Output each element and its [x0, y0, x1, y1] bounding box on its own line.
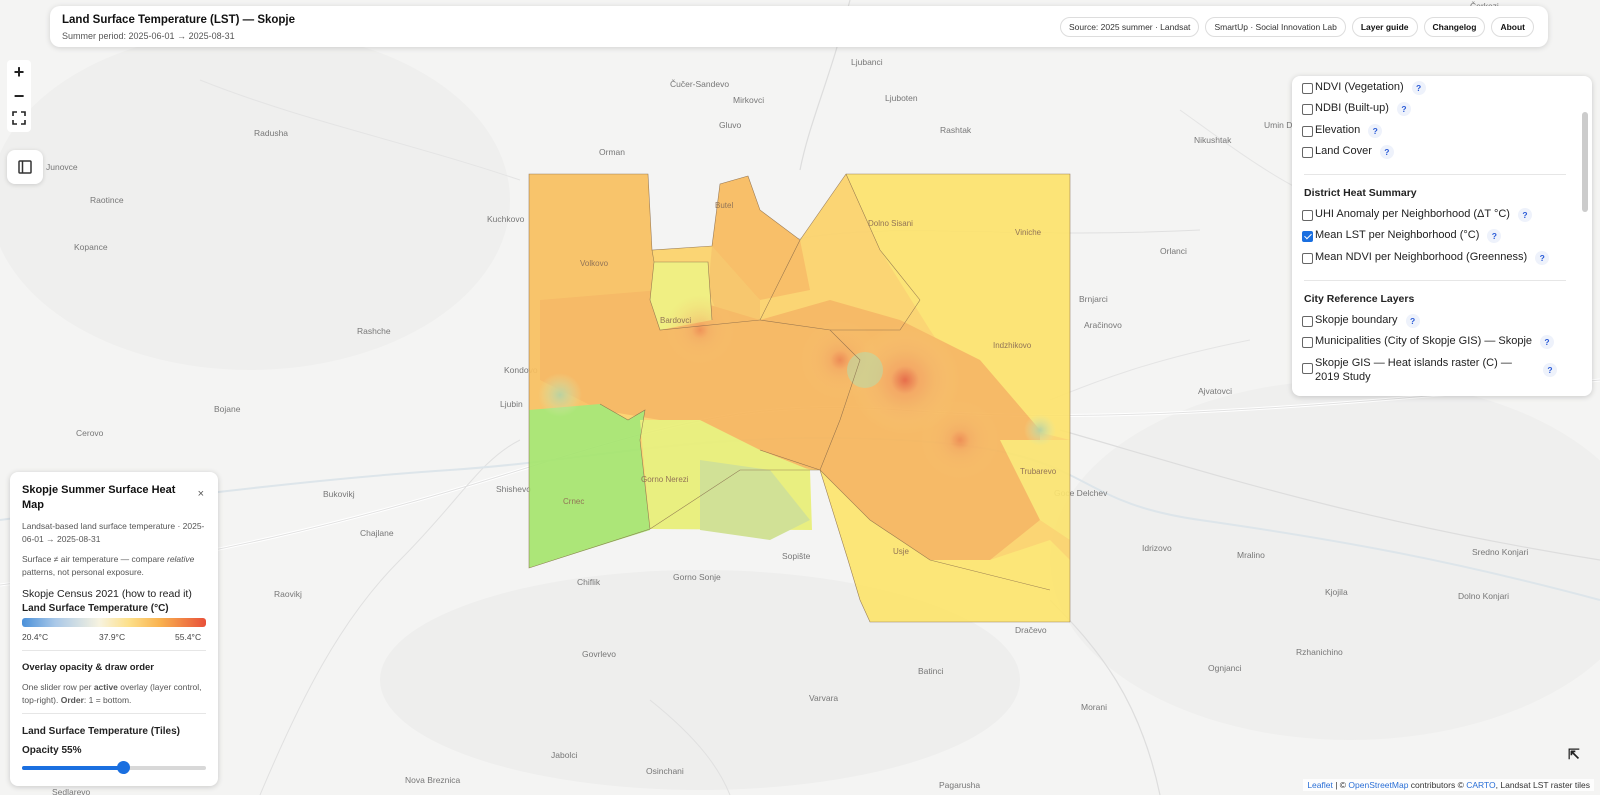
layer-item[interactable]: Land Cover?: [1302, 145, 1394, 159]
sidebar-icon: [18, 160, 32, 174]
place-label: Trubarevo: [1020, 467, 1057, 476]
layer-label: NDVI (Vegetation): [1315, 81, 1404, 93]
info-panel: Skopje Summer Surface Heat Map × Landsat…: [10, 472, 218, 786]
place-label: Viniche: [1015, 228, 1042, 237]
divider: [22, 650, 206, 651]
layer-label: NDBI (Built-up): [1315, 102, 1389, 114]
place-label: Volkovo: [580, 259, 609, 268]
opacity-slider-fill: [22, 766, 123, 770]
page-subtitle: Summer period: 2025-06-01 → 2025-08-31: [62, 31, 235, 41]
layer-label: Elevation: [1315, 124, 1361, 136]
help-icon[interactable]: ?: [1487, 229, 1502, 243]
layer-checkbox[interactable]: [1302, 231, 1313, 242]
place-label: Crnec: [563, 497, 584, 506]
opacity-layer-name: Land Surface Temperature (Tiles): [22, 726, 181, 737]
layer-item[interactable]: NDBI (Built-up)?: [1302, 102, 1411, 116]
help-icon[interactable]: ?: [1540, 335, 1555, 349]
close-icon[interactable]: ×: [198, 488, 204, 500]
layer-item[interactable]: UHI Anomaly per Neighborhood (ΔT °C)?: [1302, 208, 1532, 222]
opacity-heading: Overlay opacity & draw order: [22, 662, 154, 673]
changelog-button[interactable]: Changelog: [1423, 17, 1486, 37]
place-label: Dolno Sisani: [868, 219, 913, 228]
source-button[interactable]: Source: 2025 summer · Landsat: [1060, 17, 1200, 37]
help-icon[interactable]: ?: [1405, 314, 1420, 328]
legend-max: 55.4°C: [175, 632, 202, 642]
layer-checkbox[interactable]: [1302, 104, 1313, 115]
place-label: Indzhikovo: [993, 341, 1032, 350]
layer-guide-button[interactable]: Layer guide: [1351, 17, 1418, 37]
smartup-button[interactable]: SmartUp · Social Innovation Lab: [1205, 17, 1346, 37]
help-icon[interactable]: ?: [1411, 81, 1426, 95]
legend-mid: 37.9°C: [99, 632, 126, 642]
help-icon[interactable]: ?: [1379, 145, 1394, 159]
layer-item[interactable]: Mean LST per Neighborhood (°C)?: [1302, 229, 1502, 243]
top-header: Land Surface Temperature (LST) — Skopje …: [50, 6, 1548, 47]
district-heading: District Heat Summary: [1304, 187, 1417, 199]
layer-checkbox[interactable]: [1302, 83, 1313, 94]
panel-title: Skopje Summer Surface Heat Map: [22, 484, 176, 511]
panel-note: Surface ≠ air temperature — compare rela…: [22, 554, 195, 577]
legend-gradient: [22, 618, 206, 627]
zoom-out-button[interactable]: −: [7, 84, 31, 108]
about-button[interactable]: About: [1491, 17, 1534, 37]
attribution: Leaflet | © OpenStreetMap contributors ©…: [1303, 779, 1594, 791]
layer-label: Land Cover: [1315, 145, 1372, 157]
layer-checkbox[interactable]: [1302, 126, 1313, 137]
scrollbar[interactable]: [1582, 112, 1588, 212]
layer-checkbox[interactable]: [1302, 337, 1313, 348]
opacity-slider-handle[interactable]: [117, 761, 130, 774]
collapse-arrow-icon[interactable]: ⇱: [1568, 746, 1580, 763]
layer-checkbox[interactable]: [1302, 147, 1313, 158]
help-icon[interactable]: ?: [1535, 251, 1550, 265]
legend-title: Land Surface Temperature (°C): [22, 603, 169, 614]
page-title: Land Surface Temperature (LST) — Skopje: [62, 14, 296, 26]
layer-label: Mean LST per Neighborhood (°C): [1315, 229, 1480, 241]
layer-label: Skopje GIS — Heat islands raster (C) — 2…: [1315, 357, 1512, 383]
divider: [1304, 174, 1566, 175]
place-label: Butel: [715, 201, 733, 210]
layer-checkbox[interactable]: [1302, 210, 1313, 221]
layer-label: Skopje boundary: [1315, 314, 1398, 326]
panel-toggle-button[interactable]: [7, 150, 43, 184]
layer-item[interactable]: Municipalities (City of Skopje GIS) — Sk…: [1302, 335, 1555, 349]
opacity-label: Opacity 55%: [22, 745, 82, 756]
help-icon[interactable]: ?: [1368, 124, 1383, 138]
leaflet-link[interactable]: Leaflet: [1307, 780, 1333, 790]
layer-label: Mean NDVI per Neighborhood (Greenness): [1315, 251, 1528, 263]
place-label: Usje: [893, 547, 910, 556]
zoom-control: + −: [7, 60, 31, 132]
legend-min: 20.4°C: [22, 632, 49, 642]
divider: [1304, 280, 1566, 281]
layer-label: Municipalities (City of Skopje GIS) — Sk…: [1315, 335, 1533, 347]
layer-item[interactable]: Mean NDVI per Neighborhood (Greenness)?: [1302, 251, 1550, 265]
help-icon[interactable]: ?: [1543, 363, 1557, 377]
layer-item[interactable]: NDVI (Vegetation)?: [1302, 81, 1426, 95]
census-link[interactable]: Skopje Census 2021 (how to read it): [22, 588, 207, 601]
layer-item[interactable]: Skopje boundary?: [1302, 314, 1420, 328]
layer-checkbox[interactable]: [1302, 363, 1313, 374]
zoom-in-button[interactable]: +: [7, 60, 31, 84]
opacity-help: One slider row per active overlay (layer…: [22, 682, 202, 705]
fullscreen-icon: [12, 111, 26, 125]
layer-control: NDVI (Vegetation)? NDBI (Built-up)? Elev…: [1292, 76, 1592, 396]
place-label: Bardovci: [660, 316, 691, 325]
fullscreen-button[interactable]: [7, 108, 31, 132]
layer-label: UHI Anomaly per Neighborhood (ΔT °C): [1315, 208, 1510, 220]
panel-description: Landsat-based land surface temperature ·…: [22, 521, 205, 544]
layer-item[interactable]: Elevation?: [1302, 124, 1383, 138]
carto-link[interactable]: CARTO: [1466, 780, 1495, 790]
help-icon[interactable]: ?: [1396, 102, 1411, 116]
city-heading: City Reference Layers: [1304, 293, 1415, 305]
layer-item[interactable]: Skopje GIS — Heat islands raster (C) — 2…: [1302, 356, 1557, 384]
layer-checkbox[interactable]: [1302, 253, 1313, 264]
place-label: Gorno Nerezi: [641, 475, 689, 484]
layer-checkbox[interactable]: [1302, 316, 1313, 327]
help-icon[interactable]: ?: [1517, 208, 1532, 222]
header-buttons: Source: 2025 summer · Landsat SmartUp · …: [1060, 17, 1534, 37]
divider: [22, 713, 206, 714]
osm-link[interactable]: OpenStreetMap: [1348, 780, 1408, 790]
